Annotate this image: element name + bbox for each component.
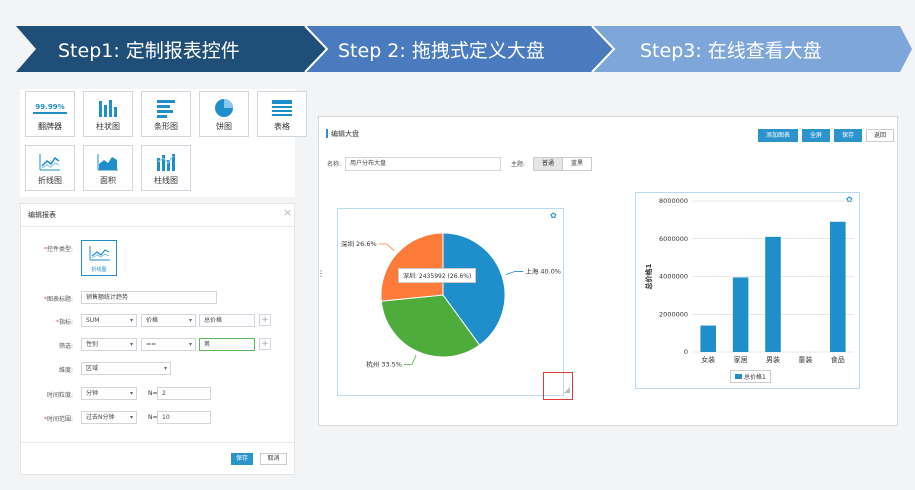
dimension-label: 维度: (58, 367, 73, 374)
bar-chart-panel[interactable]: ✿ 0 2000000 4000000 6000000 8000000 总价格1 女装 家居男… (635, 192, 860, 389)
metric-agg-select[interactable]: SUM (81, 314, 137, 327)
legend-swatch (735, 374, 742, 379)
cancel-button[interactable]: 取消 (260, 453, 287, 465)
dashboard-save-button[interactable]: 保存 (834, 129, 862, 142)
bar-4[interactable] (830, 221, 846, 352)
close-icon[interactable]: × (283, 206, 292, 219)
filter-value-input[interactable]: 男 (199, 338, 255, 351)
y-tick-label: 4000000 (659, 273, 688, 281)
back-button[interactable]: 返回 (866, 129, 894, 142)
dashboard-title: 编辑大盘 (331, 130, 359, 138)
filter-field-select[interactable]: 性别 (81, 338, 137, 351)
pie-label-line-1 (403, 355, 417, 365)
step-3: Step3: 在线查看大盘 (640, 39, 822, 62)
widget-type-preview[interactable]: 折线图 (81, 240, 117, 276)
pie-chart: 上海 40.0% 杭州 33.5% 深圳 26.6% (341, 232, 561, 368)
fullscreen-button[interactable]: 全屏 (802, 129, 830, 142)
theme-normal-button[interactable]: 普通 (533, 157, 563, 171)
palette-tile-pie[interactable]: 饼图 (199, 91, 249, 137)
y-tick-label: 0 (684, 348, 688, 356)
x-tick-label: 家居 (734, 355, 748, 364)
dashboard-editor: 编辑大盘 添加图表 全屏 保存 返回 名称: 用户分布大盘 主题: 普通 蓝黑 … (317, 116, 898, 426)
dashboard-name-input[interactable]: 用户分布大盘 (345, 157, 501, 171)
palette-tile-table[interactable]: 表格 (257, 91, 307, 137)
x-tick-label: 男装 (766, 355, 780, 364)
horizontal-bar-icon (142, 97, 190, 119)
pie-label-2: 深圳 26.6% (341, 239, 377, 248)
bar-chart-icon (84, 97, 132, 119)
pie-chart-panel[interactable]: ✿ 上海 40.0% 杭州 33.5% 深圳 26.6% 深圳: 2435992 (… (337, 208, 573, 400)
left-edge-handle[interactable]: ⋮ (317, 269, 325, 278)
widget-type-label: 控件类型: (25, 244, 73, 253)
pie-tooltip: 深圳: 2435992 (26.6%) (398, 268, 477, 283)
palette-tile-hbar[interactable]: 条形图 (141, 91, 191, 137)
metric-field-select[interactable]: 价格 (141, 314, 196, 327)
bar-2[interactable] (765, 236, 781, 352)
edit-report-form: 编辑报表 × 控件类型: 折线图 图表标题: 销售额统计趋势 指标: SUM 价… (20, 203, 295, 475)
flip-counter-icon: 99.99% (26, 97, 74, 119)
area-chart-icon (84, 151, 132, 173)
add-chart-button[interactable]: 添加图表 (758, 129, 798, 142)
pie-label-line-0 (505, 271, 524, 275)
resize-corner-icon (564, 387, 570, 393)
pie-label-0: 上海 40.0% (525, 266, 561, 275)
granularity-select[interactable]: 分钟 (81, 387, 137, 400)
add-filter-button[interactable]: + (259, 338, 271, 350)
palette-tile-flip[interactable]: 99.99% 翻牌器 (25, 91, 75, 137)
y-tick-label: 6000000 (659, 235, 688, 243)
step-2: Step 2: 拖拽式定义大盘 (338, 39, 545, 62)
resize-handle-icon[interactable] (543, 372, 573, 400)
bar-legend[interactable]: 总价格1 (730, 370, 771, 383)
theme-label: 主题: (511, 161, 526, 168)
table-icon (258, 97, 306, 119)
bar-0[interactable] (700, 325, 716, 352)
pie-label-line-2 (378, 243, 395, 251)
range-n-input[interactable]: 10 (157, 411, 211, 424)
granularity-label: 时间粒度: (46, 392, 73, 399)
dimension-select[interactable]: 区域 (81, 362, 171, 375)
dashboard-title-bar (326, 129, 328, 138)
pie-chart-icon (200, 97, 248, 119)
metric-label: 指标: (25, 317, 73, 326)
palette-tile-bar[interactable]: 柱状图 (83, 91, 133, 137)
filter-label: 筛选: (58, 343, 73, 350)
y-tick-label: 8000000 (659, 197, 688, 205)
x-tick-label: 女装 (701, 355, 715, 364)
granularity-n-input[interactable]: 2 (157, 387, 211, 400)
filter-op-select[interactable]: == (141, 338, 196, 351)
bar-line-chart-icon (142, 151, 190, 173)
dashboard-name-label: 名称: (327, 161, 342, 168)
x-tick-label: 童装 (798, 355, 812, 364)
y-axis-title: 总价格1 (644, 263, 653, 289)
palette-tile-area[interactable]: 面积 (83, 145, 133, 191)
form-title: 编辑报表 (28, 211, 56, 219)
add-metric-button[interactable]: + (259, 314, 271, 326)
bar-chart: 0 2000000 4000000 6000000 8000000 总价格1 女装 家居 男装 童… (644, 197, 854, 364)
palette-tile-barline[interactable]: 柱线图 (141, 145, 191, 191)
metric-alias-input[interactable]: 总价格 (199, 314, 255, 327)
line-chart-icon (89, 246, 110, 261)
line-chart-icon (26, 151, 74, 173)
theme-blueblack-button[interactable]: 蓝黑 (562, 157, 592, 171)
chart-title-input[interactable]: 销售额统计趋势 (81, 291, 217, 304)
form-title-divider (21, 226, 294, 227)
palette-tile-line[interactable]: 折线图 (25, 145, 75, 191)
widget-palette: 99.99% 翻牌器 柱状图 条形图 饼图 表格 折线图 面积 柱线图 (20, 89, 307, 197)
form-footer-divider (21, 442, 294, 443)
range-select[interactable]: 过去N分钟 (81, 411, 137, 424)
chart-title-label: 图表标题: (25, 294, 73, 303)
x-tick-label: 食品 (831, 355, 845, 364)
bar-1[interactable] (732, 277, 749, 352)
step-1: Step1: 定制报表控件 (58, 39, 240, 62)
pie-label-1: 杭州 33.5% (366, 359, 402, 368)
range-label: 时间范围: (25, 414, 73, 423)
y-tick-label: 2000000 (659, 310, 688, 318)
save-button[interactable]: 保存 (231, 453, 253, 465)
